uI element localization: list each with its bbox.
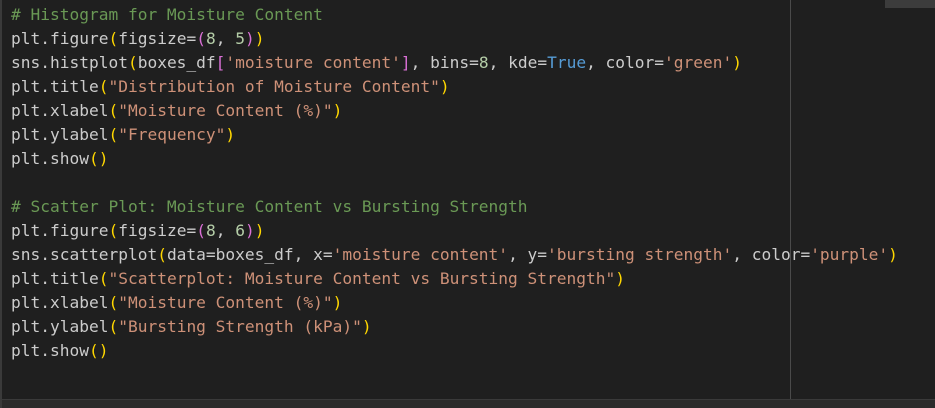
code-token: plt.title: [11, 77, 99, 96]
code-token: 'purple': [810, 245, 889, 264]
code-token: (: [98, 77, 109, 96]
code-token: , color=: [732, 245, 811, 264]
code-token: 'bursting strength': [547, 245, 733, 264]
code-line[interactable]: plt.xlabel("Moisture Content (%)"): [11, 291, 898, 315]
code-token: (): [88, 149, 109, 168]
code-token: ): [244, 29, 255, 48]
code-token: plt.ylabel: [11, 317, 109, 336]
code-line[interactable]: plt.ylabel("Bursting Strength (kPa)"): [11, 315, 898, 339]
code-token: ): [732, 53, 743, 72]
code-token: (: [108, 125, 119, 144]
code-token: , y=: [508, 245, 548, 264]
scrollbar-thumb[interactable]: [885, 0, 935, 8]
code-token: # Histogram for Moisture Content: [11, 5, 323, 24]
code-line[interactable]: plt.ylabel("Frequency"): [11, 123, 898, 147]
code-token: ): [244, 221, 255, 240]
code-token: sns.histplot: [11, 53, 128, 72]
code-token: 8: [205, 221, 216, 240]
code-token: plt.title: [11, 269, 99, 288]
code-token: plt.show: [11, 341, 89, 360]
vertical-ruler: [790, 0, 791, 400]
code-token: , kde=: [488, 53, 548, 72]
code-token: plt.xlabel: [11, 101, 109, 120]
code-line[interactable]: [11, 171, 898, 195]
code-area[interactable]: # Histogram for Moisture Content plt.figu…: [11, 3, 898, 363]
code-line[interactable]: plt.title("Scatterplot: Moisture Content…: [11, 267, 898, 291]
code-token: 6: [235, 221, 245, 240]
code-token: ): [254, 221, 265, 240]
horizontal-scrollbar[interactable]: [2, 399, 935, 408]
code-line[interactable]: # Histogram for Moisture Content: [11, 3, 898, 27]
code-token: "Distribution of Moisture Content": [108, 77, 440, 96]
code-line[interactable]: plt.figure(figsize=(8, 6)): [11, 219, 898, 243]
code-token: (: [108, 317, 119, 336]
code-token: (: [98, 269, 109, 288]
code-token: (: [127, 53, 138, 72]
code-token: True: [547, 53, 587, 72]
code-token: ]: [400, 53, 411, 72]
code-line[interactable]: plt.figure(figsize=(8, 5)): [11, 27, 898, 51]
code-token: ): [439, 77, 450, 96]
code-token: figsize=: [118, 221, 197, 240]
code-token: plt.figure: [11, 221, 109, 240]
code-token: ): [888, 245, 898, 264]
code-token: "Frequency": [118, 125, 226, 144]
code-token: sns.scatterplot: [11, 245, 158, 264]
code-line[interactable]: plt.show(): [11, 147, 898, 171]
code-token: "Bursting Strength (kPa)": [118, 317, 362, 336]
code-token: ): [615, 269, 625, 288]
code-token: plt.show: [11, 149, 89, 168]
code-line[interactable]: sns.histplot(boxes_df['moisture content'…: [11, 51, 898, 75]
code-token: , color=: [586, 53, 665, 72]
code-token: , bins=: [410, 53, 479, 72]
code-token: 'moisture content': [332, 245, 509, 264]
code-token: ,: [215, 221, 236, 240]
code-token: ,: [215, 29, 236, 48]
code-token: (: [196, 29, 206, 48]
code-token: ): [254, 29, 265, 48]
code-token: "Moisture Content (%)": [118, 293, 333, 312]
code-line[interactable]: plt.show(): [11, 339, 898, 363]
code-token: ): [225, 125, 236, 144]
code-token: plt.ylabel: [11, 125, 109, 144]
code-token: 8: [478, 53, 489, 72]
code-token: "Scatterplot: Moisture Content vs Bursti…: [108, 269, 616, 288]
code-editor[interactable]: # Histogram for Moisture Content plt.figu…: [0, 0, 935, 408]
code-token: ): [361, 317, 372, 336]
code-token: (: [108, 293, 119, 312]
code-line[interactable]: plt.xlabel("Moisture Content (%)"): [11, 99, 898, 123]
code-token: [: [215, 53, 226, 72]
code-token: (: [196, 221, 206, 240]
code-token: 8: [205, 29, 216, 48]
code-token: 5: [235, 29, 245, 48]
code-token: (: [157, 245, 167, 264]
code-token: data=boxes_df, x=: [166, 245, 333, 264]
code-token: (: [108, 101, 119, 120]
code-token: plt.xlabel: [11, 293, 109, 312]
code-token: plt.figure: [11, 29, 109, 48]
code-line[interactable]: plt.title("Distribution of Moisture Cont…: [11, 75, 898, 99]
code-line[interactable]: # Scatter Plot: Moisture Content vs Burs…: [11, 195, 898, 219]
code-token: 'moisture content': [225, 53, 401, 72]
code-token: figsize=: [118, 29, 197, 48]
code-token: "Moisture Content (%)": [118, 101, 333, 120]
code-token: ): [332, 293, 343, 312]
code-token: ): [332, 101, 343, 120]
code-token: boxes_df: [137, 53, 216, 72]
code-token: (: [108, 221, 119, 240]
code-line[interactable]: sns.scatterplot(data=boxes_df, x='moistu…: [11, 243, 898, 267]
code-token: (): [88, 341, 109, 360]
code-token: (: [108, 29, 119, 48]
code-token: 'green': [664, 53, 733, 72]
code-token: # Scatter Plot: Moisture Content vs Burs…: [11, 197, 528, 216]
